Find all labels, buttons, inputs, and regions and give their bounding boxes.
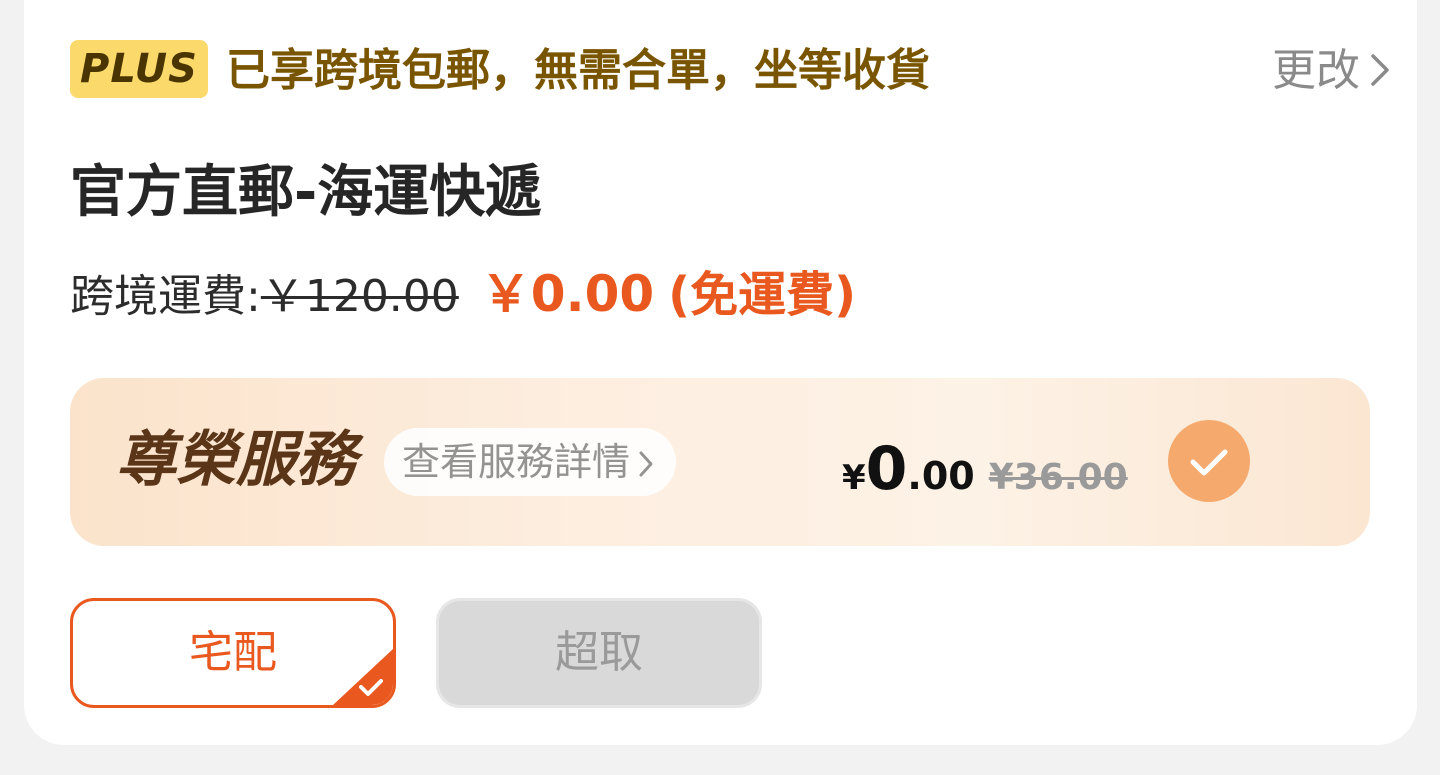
plus-badge: PLUS: [70, 40, 208, 98]
service-price-currency: ¥: [842, 458, 866, 498]
plus-promo-text: 已享跨境包郵，無需合單，坐等收貨: [226, 45, 930, 96]
chevron-right-icon: [1370, 42, 1390, 104]
service-price-integer: 0: [865, 434, 908, 504]
premium-service-title: 尊榮服務: [116, 425, 356, 495]
plus-promo-row: PLUS 已享跨境包郵，無需合單，坐等收貨 更改: [70, 40, 1390, 98]
service-price-decimal: .00: [907, 454, 975, 498]
fee-label: 跨境運費:: [70, 271, 261, 322]
service-original-price: ¥36.00: [988, 457, 1128, 498]
service-detail-link[interactable]: 查看服務詳情: [384, 428, 677, 499]
fee-current-price: ￥0.00: [480, 265, 655, 323]
home-delivery-label: 宅配: [189, 627, 277, 678]
fee-original-price: ￥120.00: [260, 271, 459, 322]
store-pickup-option[interactable]: 超取: [436, 598, 762, 708]
service-price: ¥0.00 ¥36.00: [842, 436, 1128, 517]
selected-corner-check-icon: [333, 649, 393, 705]
home-delivery-option[interactable]: 宅配: [70, 598, 396, 708]
shipping-card: PLUS 已享跨境包郵，無需合單，坐等收貨 更改 官方直郵-海運快遞 跨境運費:…: [24, 0, 1417, 745]
service-detail-label: 查看服務詳情: [402, 440, 631, 484]
shipping-fee-row: 跨境運費:￥120.00 ￥0.00 (免運費): [70, 262, 856, 326]
service-selected-check-icon[interactable]: [1168, 420, 1250, 502]
shipping-method-title: 官方直郵-海運快遞: [70, 160, 542, 225]
change-label: 更改: [1272, 45, 1360, 96]
free-shipping-note: (免運費): [668, 267, 857, 323]
chevron-right-icon: [638, 431, 654, 499]
premium-service-banner[interactable]: 尊榮服務 查看服務詳情 ¥0.00 ¥36.00: [70, 378, 1370, 546]
store-pickup-label: 超取: [555, 627, 643, 678]
change-button[interactable]: 更改: [1272, 40, 1390, 104]
